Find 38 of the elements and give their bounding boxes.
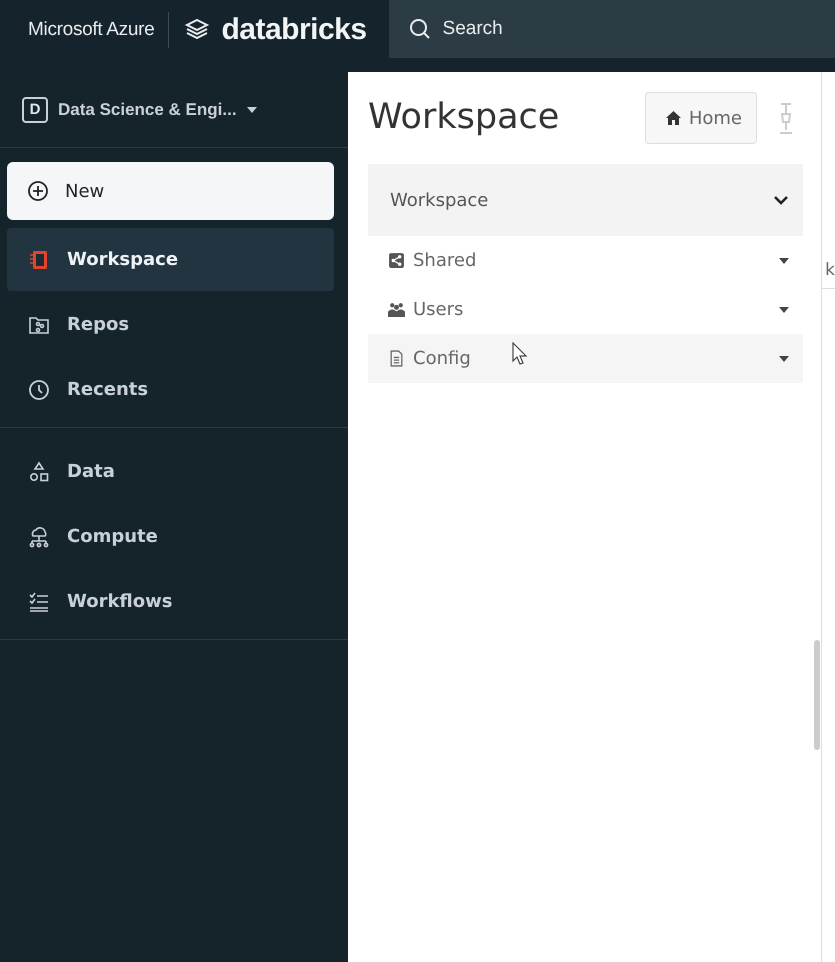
sidebar-item[interactable]: Workspace bbox=[7, 228, 334, 291]
sidebar-item[interactable]: Compute bbox=[7, 505, 334, 568]
background-text: k bbox=[825, 260, 835, 280]
new-button[interactable]: New bbox=[7, 162, 334, 220]
share-icon bbox=[388, 252, 405, 269]
caret-icon bbox=[779, 258, 789, 264]
scrollbar-thumb[interactable] bbox=[814, 640, 820, 750]
chevron-icon bbox=[773, 194, 789, 206]
sidebar-item[interactable]: Data bbox=[7, 440, 334, 503]
home-icon bbox=[666, 111, 681, 125]
sidebar-item[interactable]: Recents bbox=[7, 358, 334, 421]
brand-name: Microsoft Azure bbox=[28, 19, 154, 41]
shapes-icon bbox=[27, 460, 51, 484]
search-icon bbox=[408, 18, 431, 40]
document-icon bbox=[388, 350, 405, 367]
users-icon bbox=[388, 301, 405, 318]
pin-icon[interactable] bbox=[779, 102, 793, 134]
cloud-network-icon bbox=[27, 524, 51, 548]
tree-item[interactable]: Config bbox=[368, 334, 803, 383]
caret-icon bbox=[779, 356, 789, 362]
persona-badge: D bbox=[22, 96, 48, 122]
clock-icon bbox=[27, 378, 51, 402]
mouse-pointer-icon bbox=[512, 342, 528, 366]
plus-circle-icon bbox=[27, 180, 49, 202]
caret-icon bbox=[779, 306, 789, 312]
search-field[interactable]: Search bbox=[388, 0, 835, 58]
sidebar-item[interactable]: Workflows bbox=[7, 570, 334, 633]
product-logo-text: databricks bbox=[221, 13, 367, 47]
sidebar-item[interactable]: Repos bbox=[7, 293, 334, 356]
tree-item[interactable]: Users bbox=[368, 285, 803, 334]
persona-label: Data Science & Engi... bbox=[58, 100, 237, 120]
persona-switcher[interactable]: D Data Science & Engi... bbox=[0, 72, 348, 148]
panel-title: Workspace bbox=[368, 97, 560, 137]
home-button[interactable]: Home bbox=[644, 92, 757, 144]
checklist-icon bbox=[27, 590, 51, 614]
tree-item[interactable]: Shared bbox=[368, 236, 803, 285]
caret-icon bbox=[246, 106, 257, 112]
tree-header[interactable]: Workspace bbox=[368, 164, 803, 236]
